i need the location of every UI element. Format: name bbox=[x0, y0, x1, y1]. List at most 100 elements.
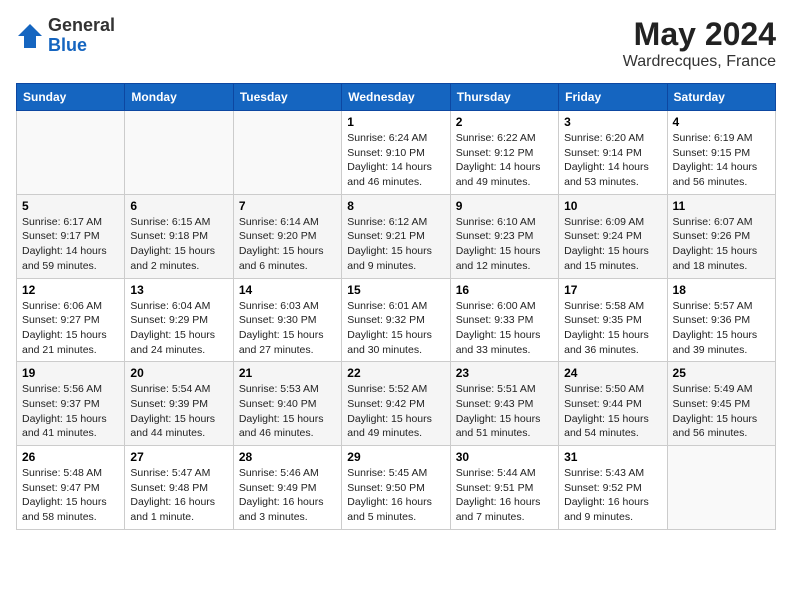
day-info: Sunrise: 6:04 AM Sunset: 9:29 PM Dayligh… bbox=[130, 299, 227, 358]
day-number: 10 bbox=[564, 199, 661, 213]
calendar-cell: 7 Sunrise: 6:14 AM Sunset: 9:20 PM Daylig… bbox=[233, 194, 341, 278]
day-info: Sunrise: 5:56 AM Sunset: 9:37 PM Dayligh… bbox=[22, 382, 119, 441]
calendar-cell: 19 Sunrise: 5:56 AM Sunset: 9:37 PM Dayli… bbox=[17, 362, 125, 446]
day-info: Sunrise: 6:24 AM Sunset: 9:10 PM Dayligh… bbox=[347, 131, 444, 190]
calendar-cell: 23 Sunrise: 5:51 AM Sunset: 9:43 PM Dayli… bbox=[450, 362, 558, 446]
day-number: 3 bbox=[564, 115, 661, 129]
day-info: Sunrise: 6:09 AM Sunset: 9:24 PM Dayligh… bbox=[564, 215, 661, 274]
calendar-cell: 24 Sunrise: 5:50 AM Sunset: 9:44 PM Dayli… bbox=[559, 362, 667, 446]
calendar-cell: 3 Sunrise: 6:20 AM Sunset: 9:14 PM Daylig… bbox=[559, 111, 667, 195]
day-number: 9 bbox=[456, 199, 553, 213]
day-number: 29 bbox=[347, 450, 444, 464]
calendar-cell: 16Sunrise: 6:00 AM Sunset: 9:33 PM Dayli… bbox=[450, 278, 558, 362]
calendar-table: SundayMondayTuesdayWednesdayThursdayFrid… bbox=[16, 83, 776, 530]
column-header-monday: Monday bbox=[125, 84, 233, 111]
day-number: 24 bbox=[564, 366, 661, 380]
day-info: Sunrise: 5:46 AM Sunset: 9:49 PM Dayligh… bbox=[239, 466, 336, 525]
day-number: 6 bbox=[130, 199, 227, 213]
column-header-saturday: Saturday bbox=[667, 84, 775, 111]
calendar-cell: 13Sunrise: 6:04 AM Sunset: 9:29 PM Dayli… bbox=[125, 278, 233, 362]
calendar-cell: 22 Sunrise: 5:52 AM Sunset: 9:42 PM Dayli… bbox=[342, 362, 450, 446]
day-info: Sunrise: 5:50 AM Sunset: 9:44 PM Dayligh… bbox=[564, 382, 661, 441]
day-number: 18 bbox=[673, 283, 770, 297]
day-info: Sunrise: 5:58 AM Sunset: 9:35 PM Dayligh… bbox=[564, 299, 661, 358]
calendar-cell bbox=[125, 111, 233, 195]
day-info: Sunrise: 6:00 AM Sunset: 9:33 PM Dayligh… bbox=[456, 299, 553, 358]
month-title: May 2024 bbox=[623, 16, 776, 53]
calendar-cell: 14 Sunrise: 6:03 AM Sunset: 9:30 PM Dayli… bbox=[233, 278, 341, 362]
calendar-cell: 17 Sunrise: 5:58 AM Sunset: 9:35 PM Dayli… bbox=[559, 278, 667, 362]
day-info: Sunrise: 5:53 AM Sunset: 9:40 PM Dayligh… bbox=[239, 382, 336, 441]
column-header-friday: Friday bbox=[559, 84, 667, 111]
day-number: 26 bbox=[22, 450, 119, 464]
calendar-cell: 28 Sunrise: 5:46 AM Sunset: 9:49 PM Dayli… bbox=[233, 446, 341, 530]
calendar-cell: 6 Sunrise: 6:15 AM Sunset: 9:18 PM Daylig… bbox=[125, 194, 233, 278]
logo-general: General bbox=[48, 15, 115, 35]
calendar-cell: 8 Sunrise: 6:12 AM Sunset: 9:21 PM Daylig… bbox=[342, 194, 450, 278]
calendar-cell: 20 Sunrise: 5:54 AM Sunset: 9:39 PM Dayli… bbox=[125, 362, 233, 446]
calendar-cell: 9 Sunrise: 6:10 AM Sunset: 9:23 PM Daylig… bbox=[450, 194, 558, 278]
calendar-week-row: 5Sunrise: 6:17 AM Sunset: 9:17 PM Daylig… bbox=[17, 194, 776, 278]
calendar-cell: 2Sunrise: 6:22 AM Sunset: 9:12 PM Daylig… bbox=[450, 111, 558, 195]
day-info: Sunrise: 6:19 AM Sunset: 9:15 PM Dayligh… bbox=[673, 131, 770, 190]
calendar-week-row: 26 Sunrise: 5:48 AM Sunset: 9:47 PM Dayli… bbox=[17, 446, 776, 530]
calendar-cell: 5Sunrise: 6:17 AM Sunset: 9:17 PM Daylig… bbox=[17, 194, 125, 278]
day-number: 22 bbox=[347, 366, 444, 380]
day-info: Sunrise: 6:03 AM Sunset: 9:30 PM Dayligh… bbox=[239, 299, 336, 358]
calendar-cell: 4 Sunrise: 6:19 AM Sunset: 9:15 PM Daylig… bbox=[667, 111, 775, 195]
day-number: 25 bbox=[673, 366, 770, 380]
title-block: May 2024 Wardrecques, France bbox=[623, 16, 776, 71]
day-info: Sunrise: 6:20 AM Sunset: 9:14 PM Dayligh… bbox=[564, 131, 661, 190]
day-info: Sunrise: 6:14 AM Sunset: 9:20 PM Dayligh… bbox=[239, 215, 336, 274]
day-number: 28 bbox=[239, 450, 336, 464]
calendar-cell bbox=[17, 111, 125, 195]
day-info: Sunrise: 6:12 AM Sunset: 9:21 PM Dayligh… bbox=[347, 215, 444, 274]
calendar-header-row: SundayMondayTuesdayWednesdayThursdayFrid… bbox=[17, 84, 776, 111]
day-number: 11 bbox=[673, 199, 770, 213]
day-info: Sunrise: 5:54 AM Sunset: 9:39 PM Dayligh… bbox=[130, 382, 227, 441]
column-header-tuesday: Tuesday bbox=[233, 84, 341, 111]
day-info: Sunrise: 5:57 AM Sunset: 9:36 PM Dayligh… bbox=[673, 299, 770, 358]
day-number: 17 bbox=[564, 283, 661, 297]
day-number: 5 bbox=[22, 199, 119, 213]
calendar-cell: 12Sunrise: 6:06 AM Sunset: 9:27 PM Dayli… bbox=[17, 278, 125, 362]
day-info: Sunrise: 5:48 AM Sunset: 9:47 PM Dayligh… bbox=[22, 466, 119, 525]
logo-icon bbox=[16, 22, 44, 50]
day-number: 8 bbox=[347, 199, 444, 213]
calendar-week-row: 1Sunrise: 6:24 AM Sunset: 9:10 PM Daylig… bbox=[17, 111, 776, 195]
day-number: 14 bbox=[239, 283, 336, 297]
calendar-cell: 15Sunrise: 6:01 AM Sunset: 9:32 PM Dayli… bbox=[342, 278, 450, 362]
day-number: 12 bbox=[22, 283, 119, 297]
calendar-week-row: 19 Sunrise: 5:56 AM Sunset: 9:37 PM Dayli… bbox=[17, 362, 776, 446]
day-info: Sunrise: 6:01 AM Sunset: 9:32 PM Dayligh… bbox=[347, 299, 444, 358]
day-info: Sunrise: 5:51 AM Sunset: 9:43 PM Dayligh… bbox=[456, 382, 553, 441]
day-number: 21 bbox=[239, 366, 336, 380]
day-info: Sunrise: 5:45 AM Sunset: 9:50 PM Dayligh… bbox=[347, 466, 444, 525]
calendar-cell: 31Sunrise: 5:43 AM Sunset: 9:52 PM Dayli… bbox=[559, 446, 667, 530]
calendar-cell: 27Sunrise: 5:47 AM Sunset: 9:48 PM Dayli… bbox=[125, 446, 233, 530]
calendar-cell: 11 Sunrise: 6:07 AM Sunset: 9:26 PM Dayli… bbox=[667, 194, 775, 278]
calendar-cell: 21 Sunrise: 5:53 AM Sunset: 9:40 PM Dayli… bbox=[233, 362, 341, 446]
calendar-cell: 18 Sunrise: 5:57 AM Sunset: 9:36 PM Dayli… bbox=[667, 278, 775, 362]
day-info: Sunrise: 5:44 AM Sunset: 9:51 PM Dayligh… bbox=[456, 466, 553, 525]
day-number: 4 bbox=[673, 115, 770, 129]
calendar-cell: 26 Sunrise: 5:48 AM Sunset: 9:47 PM Dayli… bbox=[17, 446, 125, 530]
day-number: 19 bbox=[22, 366, 119, 380]
day-info: Sunrise: 6:07 AM Sunset: 9:26 PM Dayligh… bbox=[673, 215, 770, 274]
day-info: Sunrise: 6:22 AM Sunset: 9:12 PM Dayligh… bbox=[456, 131, 553, 190]
day-info: Sunrise: 6:10 AM Sunset: 9:23 PM Dayligh… bbox=[456, 215, 553, 274]
day-info: Sunrise: 6:15 AM Sunset: 9:18 PM Dayligh… bbox=[130, 215, 227, 274]
column-header-wednesday: Wednesday bbox=[342, 84, 450, 111]
column-header-thursday: Thursday bbox=[450, 84, 558, 111]
day-number: 7 bbox=[239, 199, 336, 213]
calendar-cell: 10 Sunrise: 6:09 AM Sunset: 9:24 PM Dayli… bbox=[559, 194, 667, 278]
page-header: General Blue May 2024 Wardrecques, Franc… bbox=[16, 16, 776, 71]
logo-text: General Blue bbox=[48, 16, 115, 56]
day-info: Sunrise: 5:47 AM Sunset: 9:48 PM Dayligh… bbox=[130, 466, 227, 525]
day-info: Sunrise: 5:43 AM Sunset: 9:52 PM Dayligh… bbox=[564, 466, 661, 525]
day-info: Sunrise: 5:52 AM Sunset: 9:42 PM Dayligh… bbox=[347, 382, 444, 441]
calendar-cell bbox=[233, 111, 341, 195]
day-number: 23 bbox=[456, 366, 553, 380]
day-number: 20 bbox=[130, 366, 227, 380]
calendar-cell: 1Sunrise: 6:24 AM Sunset: 9:10 PM Daylig… bbox=[342, 111, 450, 195]
